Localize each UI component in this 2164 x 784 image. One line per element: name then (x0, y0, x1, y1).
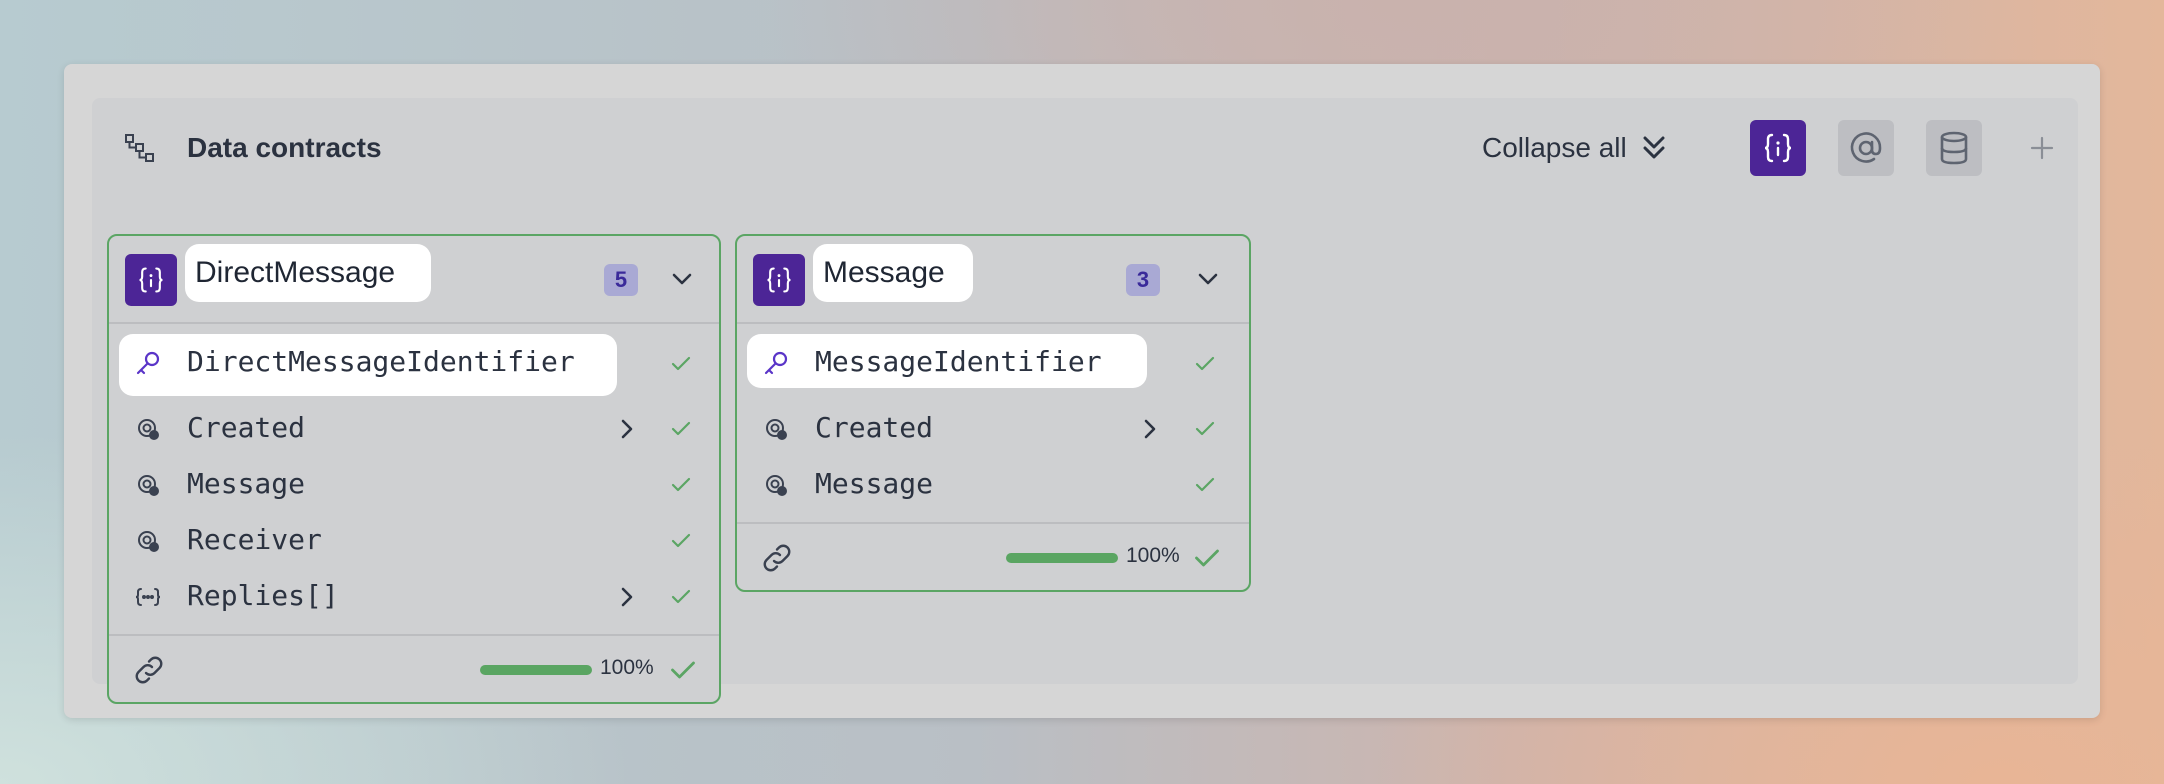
object-braces-icon (1764, 133, 1792, 163)
object-braces-icon (767, 267, 791, 293)
field-name: Created (815, 411, 934, 444)
contract-card-header: DirectMessage 5 (109, 236, 719, 324)
chevron-right-icon[interactable] (614, 584, 640, 610)
check-icon (671, 421, 691, 436)
object-braces-icon (139, 267, 163, 293)
key-icon (136, 351, 160, 375)
link-icon[interactable] (761, 542, 793, 574)
field-row[interactable]: Message (737, 456, 1249, 512)
at-sign-icon (1850, 132, 1882, 163)
contract-card-footer: 100% (109, 634, 719, 702)
field-count-badge: 3 (1126, 264, 1160, 296)
double-chevron-down-icon (1643, 136, 1665, 159)
check-icon (671, 661, 695, 679)
field-count-badge: 5 (604, 264, 638, 296)
field-row[interactable]: Created (109, 400, 719, 456)
data-contracts-window: Data contracts Collapse all DirectMessag… (64, 64, 2100, 718)
check-icon (1195, 549, 1219, 567)
contract-card-header: Message 3 (737, 236, 1249, 324)
reference-icon (138, 419, 159, 440)
field-name: Message (187, 467, 306, 500)
add-contract-button[interactable] (2014, 120, 2070, 176)
check-icon (671, 477, 691, 492)
field-row[interactable]: Created (737, 400, 1249, 456)
field-row[interactable]: Replies[] (109, 568, 719, 624)
event-type-button[interactable] (1838, 120, 1894, 176)
hierarchy-icon (125, 134, 154, 162)
chevron-right-icon[interactable] (614, 416, 640, 442)
contract-name-field[interactable]: Message (813, 244, 973, 302)
object-type-badge (125, 254, 177, 306)
contract-card-message[interactable]: Message 3 MessageIdentifier Created Mess… (735, 234, 1251, 592)
field-name: MessageIdentifier (815, 345, 1102, 378)
chevron-right-icon[interactable] (1137, 416, 1163, 442)
field-row[interactable]: MessageIdentifier (737, 324, 1249, 400)
field-name: Message (815, 467, 934, 500)
progress-bar (1006, 553, 1118, 563)
data-contracts-panel: Data contracts Collapse all DirectMessag… (92, 98, 2078, 704)
field-list: MessageIdentifier Created Message (737, 324, 1249, 512)
field-name: Replies[] (187, 579, 339, 612)
field-row[interactable]: Receiver (109, 512, 719, 568)
field-row[interactable]: Message (109, 456, 719, 512)
object-type-badge (753, 254, 805, 306)
contract-card-directmessage[interactable]: DirectMessage 5 DirectMessageIdentifier (107, 234, 721, 704)
field-list: DirectMessageIdentifier Created Message … (109, 324, 719, 624)
reference-icon (766, 475, 787, 496)
check-icon (1195, 421, 1215, 436)
plus-icon (2030, 136, 2054, 160)
check-icon (671, 356, 691, 371)
chevron-down-icon[interactable] (669, 266, 695, 292)
reference-icon (138, 475, 159, 496)
field-name: Receiver (187, 523, 322, 556)
database-type-button[interactable] (1926, 120, 1982, 176)
progress-bar (480, 665, 592, 675)
contract-name-field[interactable]: DirectMessage (185, 244, 431, 302)
key-icon (764, 351, 788, 375)
check-icon (1195, 477, 1215, 492)
reference-icon (138, 531, 159, 552)
check-icon (671, 533, 691, 548)
object-type-button[interactable] (1750, 120, 1806, 176)
field-row[interactable]: DirectMessageIdentifier (109, 324, 719, 400)
reference-icon (766, 419, 787, 440)
database-icon (1940, 131, 1968, 165)
link-icon[interactable] (133, 654, 165, 686)
check-icon (671, 589, 691, 604)
field-name: Created (187, 411, 306, 444)
progress-label: 100% (1126, 544, 1180, 567)
field-name: DirectMessageIdentifier (187, 345, 575, 378)
collapse-all-label: Collapse all (1482, 132, 1627, 163)
page-title: Data contracts (187, 132, 382, 163)
contract-card-footer: 100% (737, 522, 1249, 590)
check-icon (1195, 356, 1215, 371)
chevron-down-icon[interactable] (1195, 266, 1221, 292)
progress-label: 100% (600, 656, 654, 679)
array-icon (135, 588, 161, 606)
collapse-all-button[interactable]: Collapse all (1482, 126, 1667, 170)
